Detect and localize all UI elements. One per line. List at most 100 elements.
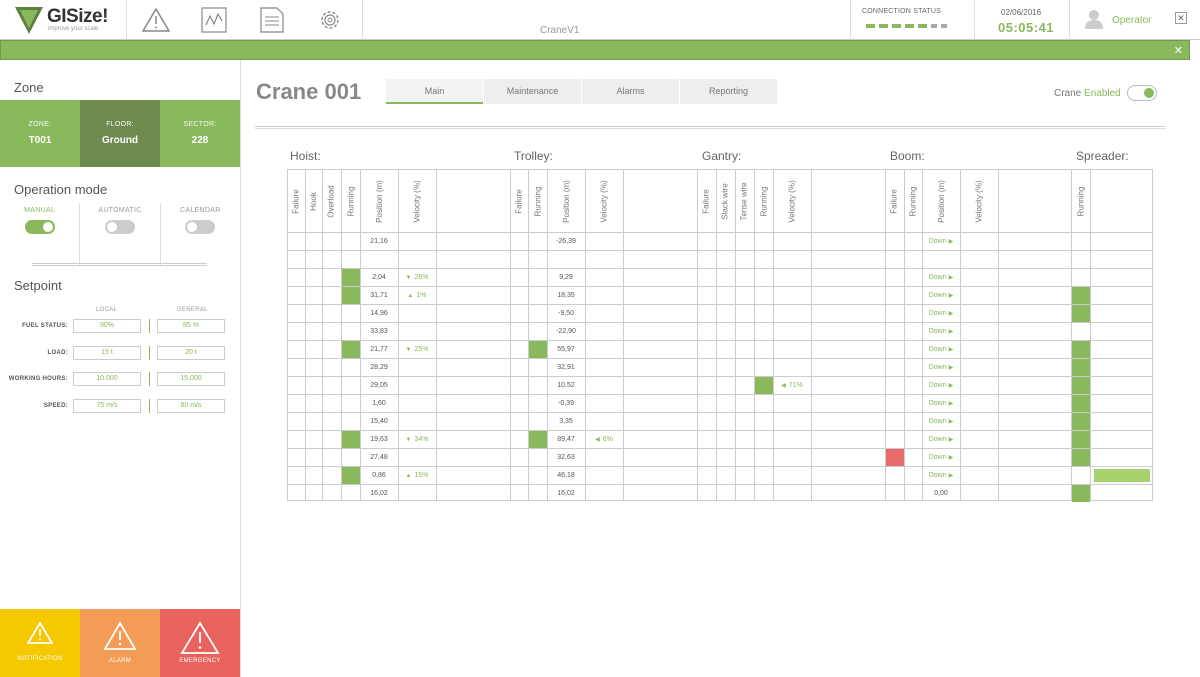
notification-label: NOTIFICATION <box>17 656 63 662</box>
divider <box>362 0 363 40</box>
hoist-velocity: ▼ 26% <box>405 274 429 281</box>
crane-state: Enabled <box>1084 88 1121 99</box>
trolley-velocity: ◀ 6% <box>595 436 613 443</box>
zone-label: ZONE: <box>28 121 52 128</box>
hoist-running-indicator <box>342 269 360 286</box>
sector-label: SECTOR: <box>183 121 217 128</box>
user-menu[interactable]: Operator <box>1070 0 1175 40</box>
notification-button[interactable]: NOTIFICATION <box>0 609 80 677</box>
trolley-position: 32,63 <box>557 454 575 461</box>
gantry-col-header: Slack wire <box>721 182 731 220</box>
setpoint-local-input[interactable]: 15 t <box>73 346 141 360</box>
setpoint-general-input[interactable]: 80 m/s <box>157 399 225 413</box>
boom-position: Down ▶ <box>928 382 954 389</box>
hoist-running-indicator <box>342 467 360 484</box>
floor-value: Ground <box>101 135 139 146</box>
spreader-running-indicator <box>1072 413 1090 430</box>
gear-icon <box>321 11 339 29</box>
brand-name: GISize! <box>47 6 108 27</box>
trolley-col-header: Running <box>533 186 542 216</box>
setpoint-general-input[interactable]: 15.000 <box>157 372 225 386</box>
grid-row-line <box>288 394 1152 395</box>
nav-alerts[interactable] <box>127 0 185 40</box>
spreader-col-header: Running <box>1076 186 1085 216</box>
trolley-running-indicator <box>529 431 547 448</box>
page-title: Crane 001 <box>256 79 362 104</box>
setpoint-local-input[interactable]: 90% <box>73 319 141 333</box>
trolley-position: -9,50 <box>558 310 574 317</box>
clock: 05:05:41 <box>998 20 1055 35</box>
hoist-position: 0,86 <box>372 472 386 479</box>
boom-position: Down ▶ <box>928 400 954 407</box>
grid-row-line <box>288 232 1152 233</box>
boom-position: Down ▶ <box>928 472 954 479</box>
boom-position: Down ▶ <box>928 274 954 281</box>
trolley-position: 32,91 <box>557 364 575 371</box>
trolley-position: 89,47 <box>557 436 575 443</box>
tab-alarms[interactable]: Alarms <box>582 79 679 104</box>
collapse-icon[interactable]: ✕ <box>1174 44 1183 57</box>
hoist-velocity: ▼ 25% <box>405 346 429 353</box>
emergency-button[interactable]: EMERGENCY <box>160 609 240 677</box>
boom-position: Down ▶ <box>928 328 954 335</box>
boom-col-header: Failure <box>890 188 900 214</box>
tab-main[interactable]: Main <box>386 79 483 104</box>
emergency-label: EMERGENCY <box>179 658 221 664</box>
divider <box>32 263 207 266</box>
hoist-col-header: Position (m) <box>374 179 384 223</box>
sector-value: 228 <box>191 135 209 146</box>
alarm-button[interactable]: ALARM <box>80 609 160 677</box>
grid-column-line <box>436 170 437 500</box>
grid-row-line <box>288 304 1152 305</box>
trolley-position: 9,29 <box>559 274 573 281</box>
crane-enabled-toggle[interactable] <box>1127 85 1157 101</box>
datetime: 02/06/2016 05:05:41 <box>975 0 1070 40</box>
gantry-col-header: Tense wire <box>740 181 749 221</box>
spreader-running-indicator <box>1072 287 1090 304</box>
setpoint-load: LOAD: 15 t 20 t <box>0 346 240 362</box>
boom-col-header: Position (m) <box>936 179 946 223</box>
alert-buttons: NOTIFICATION ALARM EMERGENCY <box>0 609 240 677</box>
setpoint-fuel: FUEL STATUS: 90% 85 % <box>0 319 240 335</box>
logo[interactable]: GISize! improve your scale <box>0 0 127 40</box>
setpoint-heading: Setpoint <box>14 278 62 293</box>
mode-toggle[interactable] <box>24 220 55 234</box>
setpoint-general-input[interactable]: 85 % <box>157 319 225 333</box>
setpoint-local-input[interactable]: 10.000 <box>73 372 141 386</box>
close-icon[interactable]: ✕ <box>1175 12 1187 24</box>
hoist-position: 31,71 <box>370 292 388 299</box>
spreader-running-indicator <box>1072 377 1090 394</box>
trolley-position: 16,02 <box>557 490 575 497</box>
warning-icon <box>103 621 137 650</box>
connection-indicator <box>866 24 947 28</box>
hoist-position: 2,04 <box>372 274 386 281</box>
boom-position: Down ▶ <box>928 238 954 245</box>
mode-calendar[interactable]: CALENDAR <box>159 203 240 265</box>
hoist-col-header: Running <box>346 186 355 216</box>
nav-settings[interactable] <box>301 0 359 40</box>
setpoint-speed: SPEED: 75 m/s 80 m/s <box>0 399 240 415</box>
tab-maintenance[interactable]: Maintenance <box>484 79 581 104</box>
warning-icon <box>180 621 220 654</box>
nav-documents[interactable] <box>243 0 301 40</box>
setpoint-label: WORKING HOURS: <box>8 376 68 382</box>
gantry-col-header: Running <box>759 186 768 216</box>
gantry-running-indicator <box>755 377 773 394</box>
setpoint-local-input[interactable]: 75 m/s <box>73 399 141 413</box>
mode-toggle[interactable] <box>104 220 135 234</box>
spreader-progress-bar <box>1094 469 1150 482</box>
boom-position: Down ▶ <box>928 310 954 317</box>
zone-cell: ZONE: T001 <box>0 100 80 167</box>
tab-reporting[interactable]: Reporting <box>680 79 777 104</box>
hoist-position: 29,05 <box>370 382 388 389</box>
setpoint-general-input[interactable]: 20 t <box>157 346 225 360</box>
mode-automatic[interactable]: AUTOMATIC <box>79 203 159 265</box>
nav-charts[interactable] <box>185 0 243 40</box>
mode-manual[interactable]: MANUAL <box>0 203 79 265</box>
gantry-col-header: Velocity (%) <box>787 179 797 223</box>
hoist-col-header: Hook <box>309 191 318 211</box>
hoist-running-indicator <box>342 341 360 358</box>
connection-status: CONNECTION STATUS <box>850 0 975 40</box>
mode-toggle[interactable] <box>185 220 216 234</box>
connection-label: CONNECTION STATUS <box>862 8 941 15</box>
